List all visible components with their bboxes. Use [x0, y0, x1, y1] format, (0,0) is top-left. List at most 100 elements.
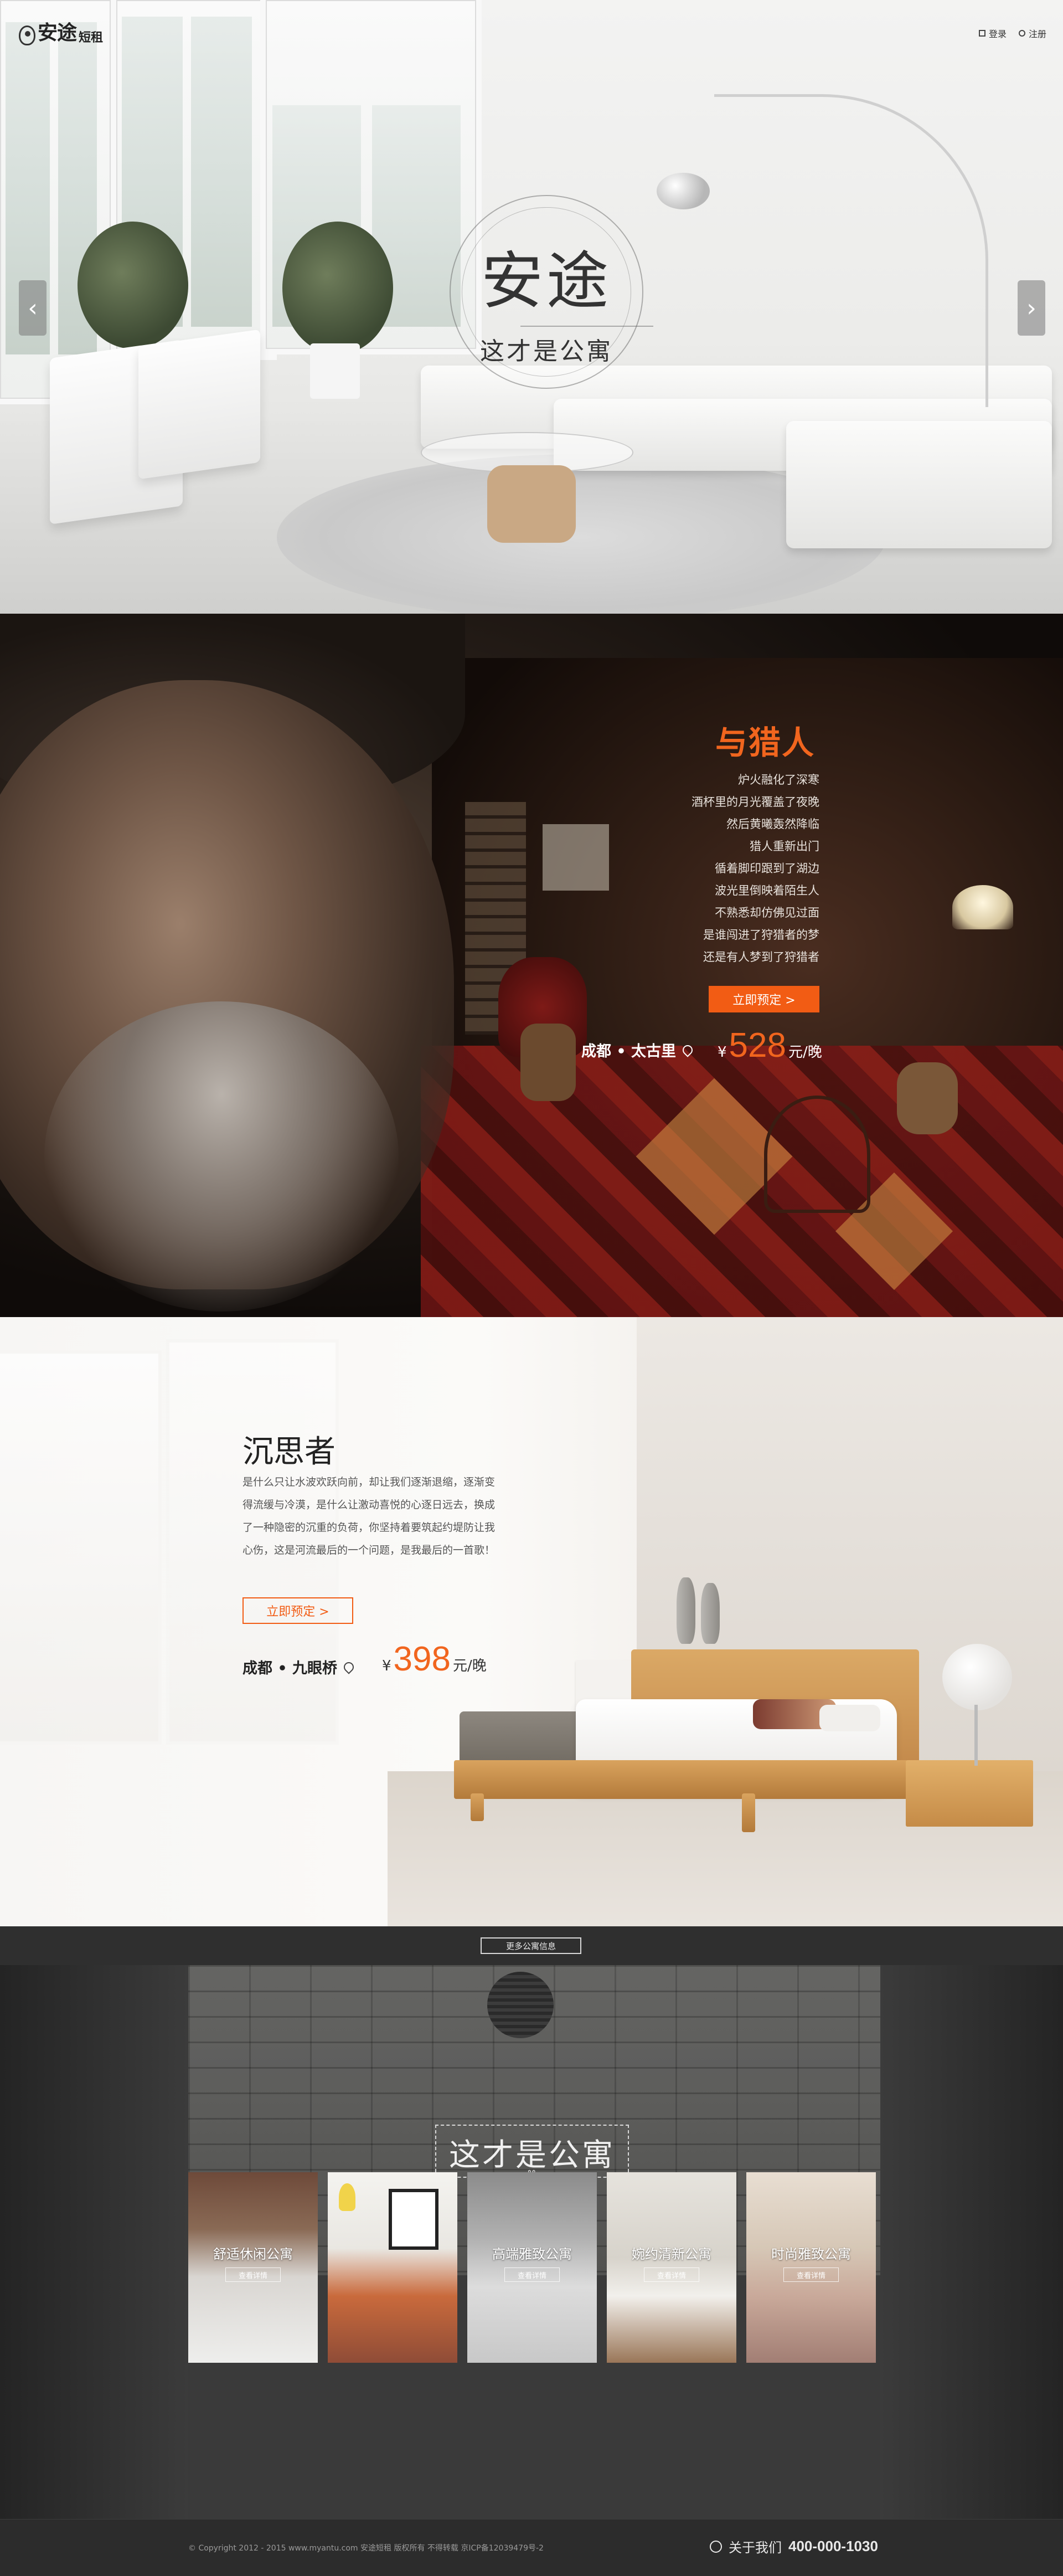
- currency-symbol: ¥: [382, 1658, 391, 1674]
- stool: [897, 1062, 958, 1134]
- hunter-poem: 炉火融化了深寒 酒杯里的月光覆盖了夜晚 然后黄曦轰然降临 猎人重新出门 循着脚印…: [637, 769, 819, 968]
- plant: [78, 222, 188, 349]
- hunter-section: [0, 614, 1063, 1317]
- login-icon: [978, 30, 985, 37]
- chevron-left-icon: ‹: [28, 294, 38, 322]
- paper-lantern: [487, 1972, 554, 2038]
- login-link[interactable]: 登录: [978, 27, 1007, 40]
- stool: [520, 1024, 576, 1101]
- coffee-table-base: [487, 465, 576, 543]
- vase: [701, 1583, 720, 1644]
- price-unit: 元/晚: [788, 1044, 822, 1061]
- lamp-stem: [974, 1705, 978, 1766]
- apartment-card[interactable]: 高端雅致公寓 查看详情: [467, 2172, 597, 2363]
- table-lamp: [952, 885, 1013, 929]
- copyright-text: © Copyright 2012 - 2015 www.myantu.com 安…: [188, 2544, 544, 2553]
- side-shadow: [880, 1965, 1063, 2519]
- prev-slide-button[interactable]: ‹: [19, 280, 47, 336]
- hero-banner: 安途 短租 登录 注册 ‹ › 安途 这才是公寓: [0, 0, 1063, 614]
- poem-line: 然后黄曦轰然降临: [726, 817, 819, 831]
- next-slide-button[interactable]: ›: [1018, 280, 1045, 336]
- thinker-section: [0, 1317, 1063, 1926]
- bed-leg: [742, 1793, 755, 1832]
- poem-line: 波光里倒映着陌生人: [715, 884, 819, 897]
- arc-lamp-stand: [714, 94, 988, 407]
- hunter-title: 与猎人: [715, 724, 816, 762]
- hero-subtitle: 这才是公寓: [480, 337, 613, 366]
- poem-line: 酒杯里的月光覆盖了夜晚: [692, 795, 819, 809]
- wall-art: [389, 2189, 438, 2250]
- brand-logo[interactable]: 安途 短租: [19, 17, 103, 45]
- chevron-right-icon: ›: [1026, 294, 1036, 322]
- thinker-price: ¥ 398 元/晚: [382, 1639, 487, 1679]
- plant: [282, 222, 393, 354]
- bed-leg: [471, 1793, 484, 1821]
- window-pane: [191, 17, 252, 327]
- lounge-chair: [138, 329, 260, 480]
- hunter-price: ¥ 528 元/晚: [718, 1026, 822, 1065]
- price-unit: 元/晚: [453, 1658, 487, 1674]
- about-link[interactable]: 关于我们: [729, 2537, 782, 2556]
- side-shadow: [0, 1965, 188, 2519]
- user-icon: [1018, 30, 1025, 37]
- bed-frame: [454, 1760, 908, 1799]
- currency-symbol: ¥: [718, 1044, 727, 1061]
- poem-line: 循着脚印跟到了湖边: [715, 862, 819, 875]
- about-contact[interactable]: 关于我们 400-000-1030: [710, 2537, 878, 2556]
- card-detail-button[interactable]: 查看详情: [644, 2268, 699, 2282]
- location-label: 成都 • 太古里: [581, 1043, 677, 1060]
- card-label: 时尚雅致公寓: [771, 2246, 851, 2262]
- register-label: 注册: [1028, 29, 1046, 39]
- card-detail-button[interactable]: 查看详情: [225, 2268, 281, 2282]
- hunter-location: 成都 • 太古里: [581, 1039, 695, 1061]
- card-detail-button[interactable]: 查看详情: [783, 2268, 839, 2282]
- location-label: 成都 • 九眼桥: [242, 1660, 338, 1677]
- card-label: 舒适休闲公寓: [213, 2246, 293, 2262]
- user-icon: [710, 2540, 722, 2553]
- apartment-card[interactable]: 时尚雅致公寓 查看详情: [746, 2172, 876, 2363]
- thinker-description: 是什么只让水波欢跃向前，却让我们逐渐退缩，逐渐变得流缓与冷漠，是什么让激动喜悦的…: [242, 1476, 496, 1556]
- poem-line: 还是有人梦到了狩猎者: [703, 950, 819, 964]
- pillow: [819, 1705, 880, 1731]
- brand-name: 安途: [38, 22, 77, 44]
- window: [0, 1350, 162, 1745]
- hero-title: 安途: [481, 245, 612, 317]
- wooden-chair: [764, 1096, 870, 1213]
- price-value: 398: [393, 1640, 451, 1678]
- register-link[interactable]: 注册: [1018, 27, 1046, 40]
- thinker-book-button[interactable]: 立即预定 >: [242, 1597, 353, 1624]
- login-label: 登录: [988, 29, 1007, 39]
- logo-icon: [19, 25, 35, 45]
- sofa-chaise: [786, 421, 1052, 548]
- vase: [677, 1577, 695, 1644]
- pendant-lamp: [339, 2183, 355, 2211]
- map-pin-icon: [342, 1659, 356, 1674]
- plant-pot: [310, 343, 360, 399]
- poem-line: 炉火融化了深寒: [738, 773, 819, 786]
- section-title: 这才是公寓: [449, 2137, 615, 2173]
- window: [543, 824, 609, 891]
- apartment-card-active[interactable]: [328, 2172, 457, 2363]
- poem-line: 不熟悉却仿佛见过面: [715, 906, 819, 919]
- apartment-card[interactable]: 舒适休闲公寓 查看详情: [188, 2172, 318, 2363]
- globe-lamp: [942, 1644, 1012, 1710]
- nightstand: [906, 1760, 1033, 1827]
- more-apartments-button[interactable]: 更多公寓信息: [481, 1937, 581, 1954]
- thinker-title: 沉思者: [242, 1434, 336, 1470]
- price-value: 528: [729, 1026, 786, 1065]
- card-detail-button[interactable]: 查看详情: [504, 2268, 560, 2282]
- apartment-card[interactable]: 婉约清新公寓 查看详情: [607, 2172, 736, 2363]
- top-nav: 登录 注册: [978, 27, 1046, 40]
- card-label: 高端雅致公寓: [492, 2246, 572, 2262]
- poem-line: 是谁闯进了狩猎者的梦: [703, 928, 819, 942]
- thinker-location: 成都 • 九眼桥: [242, 1656, 356, 1678]
- phone-number: 400-000-1030: [788, 2538, 878, 2554]
- arc-lamp-head: [657, 173, 710, 209]
- emblem-divider: [520, 326, 653, 327]
- beard: [44, 1001, 399, 1312]
- map-pin-icon: [680, 1042, 695, 1057]
- hunter-book-button[interactable]: 立即预定 >: [709, 986, 819, 1012]
- card-label: 婉约清新公寓: [632, 2246, 711, 2262]
- brand-suffix: 短租: [79, 31, 104, 45]
- poem-line: 猎人重新出门: [750, 840, 819, 853]
